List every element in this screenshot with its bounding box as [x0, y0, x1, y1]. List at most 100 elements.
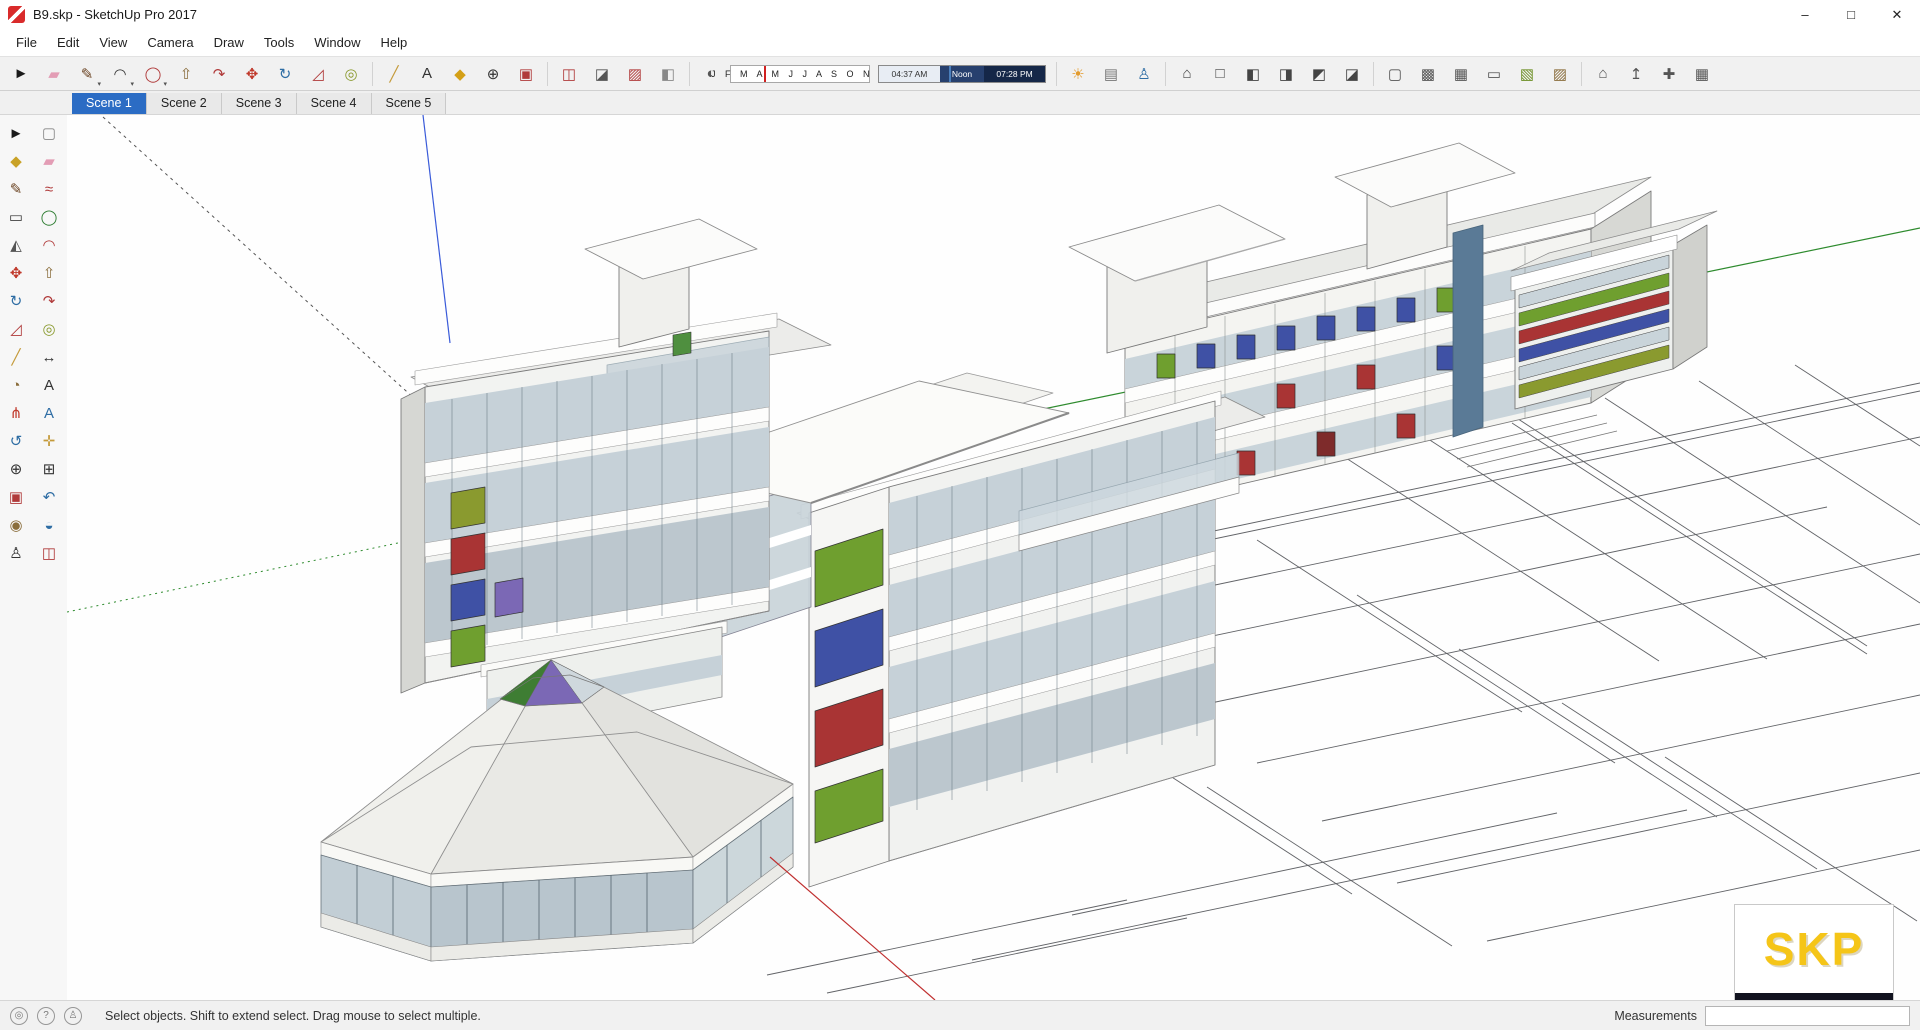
- position-camera-icon[interactable]: ◉: [2, 512, 30, 538]
- eraser-icon[interactable]: ▰: [35, 148, 63, 174]
- move-icon[interactable]: ✥: [237, 60, 267, 88]
- protractor-icon[interactable]: ◔: [2, 372, 30, 398]
- menu-help[interactable]: Help: [371, 31, 418, 54]
- geolocation-icon[interactable]: ◎: [10, 1006, 28, 1025]
- menu-camera[interactable]: Camera: [137, 31, 203, 54]
- section-cuts-icon[interactable]: ◪: [587, 60, 617, 88]
- menu-draw[interactable]: Draw: [204, 31, 254, 54]
- circle-icon[interactable]: ◯ ▾: [138, 60, 168, 88]
- share-model-icon[interactable]: ↥: [1621, 60, 1651, 88]
- left-view-icon[interactable]: ◪: [1337, 60, 1367, 88]
- shadow-settings-icon[interactable]: ☀: [1063, 60, 1093, 88]
- pan-icon[interactable]: ✛: [35, 428, 63, 454]
- line-icon[interactable]: ✎ ▾: [72, 60, 102, 88]
- arc-icon[interactable]: ◠: [35, 232, 63, 258]
- 3d-warehouse-icon[interactable]: ⌂: [1588, 60, 1618, 88]
- rotate-icon[interactable]: ↻: [270, 60, 300, 88]
- freehand-icon[interactable]: ≈: [35, 176, 63, 202]
- tab-scene-4[interactable]: Scene 4: [296, 93, 372, 114]
- gazebo-pavilion[interactable]: [320, 659, 794, 962]
- model-info-icon[interactable]: ▦: [1687, 60, 1717, 88]
- model-canvas[interactable]: [66, 114, 1920, 1001]
- section-fill-icon[interactable]: ▨: [620, 60, 650, 88]
- text-icon[interactable]: A: [35, 372, 63, 398]
- account-icon[interactable]: ♙: [64, 1006, 82, 1025]
- push-pull-icon[interactable]: ⇧: [35, 260, 63, 286]
- tab-scene-3[interactable]: Scene 3: [221, 93, 297, 114]
- maximize-button[interactable]: □: [1828, 0, 1874, 29]
- left-wing-building[interactable]: [400, 218, 832, 744]
- text-icon[interactable]: A: [412, 60, 442, 88]
- paint-bucket-icon[interactable]: ◆: [445, 60, 475, 88]
- select-icon[interactable]: ►: [6, 60, 36, 88]
- menu-view[interactable]: View: [89, 31, 137, 54]
- section-plane-icon[interactable]: ◫: [35, 540, 63, 566]
- scale-icon[interactable]: ◿: [2, 316, 30, 342]
- move-icon[interactable]: ✥: [2, 260, 30, 286]
- shadow-time-slider[interactable]: 04:37 AM Noon 07:28 PM: [878, 64, 1046, 83]
- walk-tool-icon[interactable]: ♙: [1129, 60, 1159, 88]
- section-plane-icon[interactable]: ◫: [554, 60, 584, 88]
- close-button[interactable]: ✕: [1874, 0, 1920, 29]
- arc-icon[interactable]: ◠ ▾: [105, 60, 135, 88]
- hidden-line-style-icon[interactable]: ▭: [1479, 60, 1509, 88]
- menu-file[interactable]: File: [6, 31, 47, 54]
- shaded-style-icon[interactable]: ▧: [1512, 60, 1542, 88]
- match-photo-icon[interactable]: ▤: [1096, 60, 1126, 88]
- back-view-icon[interactable]: ◩: [1304, 60, 1334, 88]
- back-edges-style-icon[interactable]: ▩: [1413, 60, 1443, 88]
- wireframe-style-icon[interactable]: ▦: [1446, 60, 1476, 88]
- tape-measure-icon[interactable]: ╱: [379, 60, 409, 88]
- zoom-extents-icon[interactable]: ▣: [2, 484, 30, 510]
- offset-icon[interactable]: ◎: [35, 316, 63, 342]
- zoom-extents-icon[interactable]: ▣: [511, 60, 541, 88]
- line-icon[interactable]: ✎: [2, 176, 30, 202]
- shadow-date-slider[interactable]: J F M A M J J A S O N D: [711, 64, 886, 83]
- menu-window[interactable]: Window: [304, 31, 370, 54]
- shaded-textures-style-icon[interactable]: ▨: [1545, 60, 1575, 88]
- make-component-icon[interactable]: ▢: [35, 120, 63, 146]
- help-icon[interactable]: ?: [37, 1006, 55, 1025]
- time-slider-handle[interactable]: [948, 65, 951, 82]
- section-display-icon[interactable]: ◧: [653, 60, 683, 88]
- extension-warehouse-icon[interactable]: ✚: [1654, 60, 1684, 88]
- zoom-icon[interactable]: ⊕: [478, 60, 508, 88]
- look-around-icon[interactable]: ◒: [35, 512, 63, 538]
- tab-scene-1[interactable]: Scene 1: [72, 93, 147, 114]
- circle-icon[interactable]: ◯: [35, 204, 63, 230]
- offset-icon[interactable]: ◎: [336, 60, 366, 88]
- follow-me-icon[interactable]: ↷: [204, 60, 234, 88]
- date-slider-handle[interactable]: [764, 65, 767, 82]
- tape-measure-icon[interactable]: ╱: [2, 344, 30, 370]
- push-pull-icon[interactable]: ⇧: [171, 60, 201, 88]
- minimize-button[interactable]: –: [1782, 0, 1828, 29]
- tab-scene-2[interactable]: Scene 2: [146, 93, 222, 114]
- xray-style-icon[interactable]: ▢: [1380, 60, 1410, 88]
- right-view-icon[interactable]: ◨: [1271, 60, 1301, 88]
- walk-icon[interactable]: ♙: [2, 540, 30, 566]
- iso-view-icon[interactable]: ⌂: [1172, 60, 1202, 88]
- 3d-text-icon[interactable]: A: [35, 400, 63, 426]
- tab-scene-5[interactable]: Scene 5: [371, 93, 447, 114]
- front-view-icon[interactable]: ◧: [1238, 60, 1268, 88]
- axes-icon[interactable]: ⋔: [2, 400, 30, 426]
- scale-icon[interactable]: ◿: [303, 60, 333, 88]
- top-view-icon[interactable]: □: [1205, 60, 1235, 88]
- orbit-icon[interactable]: ↺: [2, 428, 30, 454]
- paint-bucket-icon[interactable]: ◆: [2, 148, 30, 174]
- select-icon[interactable]: ►: [2, 120, 30, 146]
- eraser-icon[interactable]: ▰: [39, 60, 69, 88]
- rectangle-icon[interactable]: ▭: [2, 204, 30, 230]
- sketchup-logo-icon: [8, 6, 25, 23]
- menu-edit[interactable]: Edit: [47, 31, 89, 54]
- zoom-window-icon[interactable]: ⊞: [35, 456, 63, 482]
- dimension-icon[interactable]: ↔: [35, 344, 63, 370]
- measurements-input[interactable]: [1705, 1005, 1910, 1026]
- polygon-icon[interactable]: ◭: [2, 232, 30, 258]
- rotate-icon[interactable]: ↻: [2, 288, 30, 314]
- menu-tools[interactable]: Tools: [254, 31, 304, 54]
- follow-me-icon[interactable]: ↷: [35, 288, 63, 314]
- model-viewport[interactable]: [66, 114, 1920, 1001]
- previous-view-icon[interactable]: ↶: [35, 484, 63, 510]
- zoom-icon[interactable]: ⊕: [2, 456, 30, 482]
